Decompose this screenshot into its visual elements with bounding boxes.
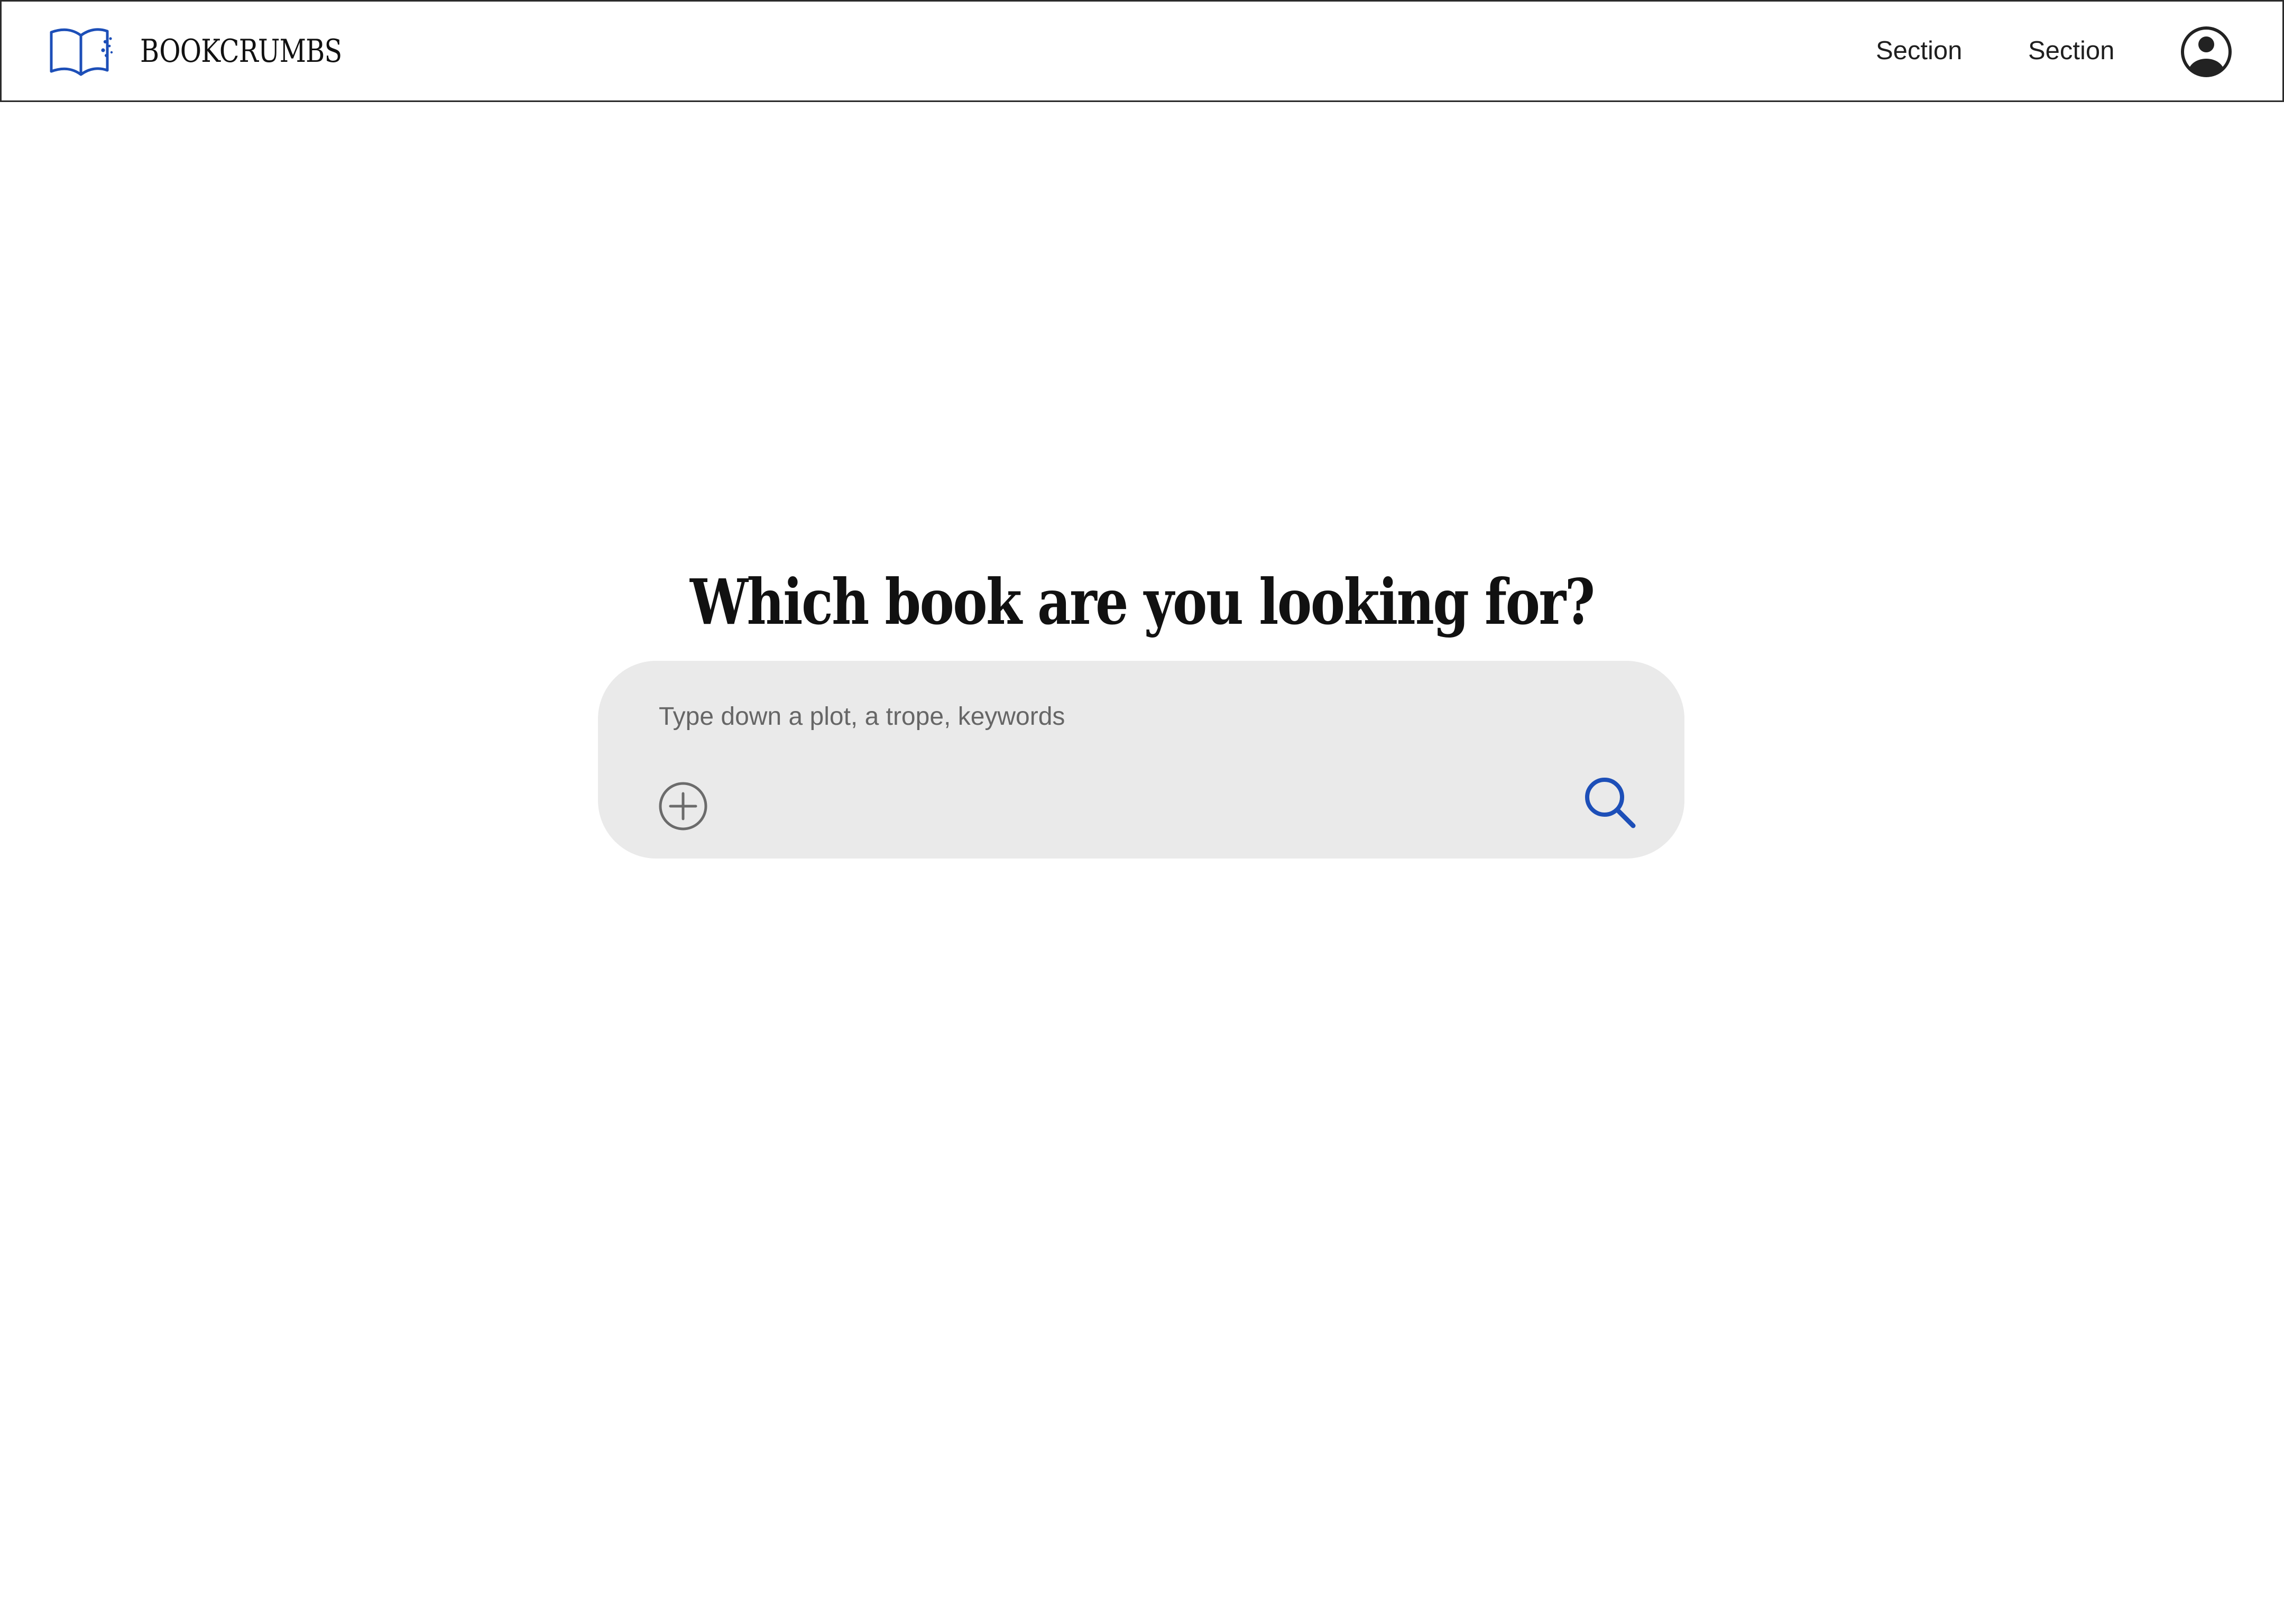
user-avatar-icon [2181,26,2232,77]
search-input[interactable] [659,695,1452,737]
account-button[interactable] [2180,24,2233,80]
nav-section-link-1[interactable]: Section [1876,32,1962,69]
page-headline: Which book are you looking for? [0,562,2284,642]
top-navigation-bar: BOOKCRUMBS Section Section [0,0,2284,102]
page: BOOKCRUMBS Section Section Which book ar… [0,0,2284,1624]
nav-section-link-2[interactable]: Section [2028,32,2114,69]
plus-circle-icon [659,782,707,831]
search-panel [598,661,1684,859]
open-book-icon [50,28,113,76]
search-submit-button[interactable] [1582,775,1637,830]
search-icon [1585,778,1636,828]
brand-logo-link[interactable]: BOOKCRUMBS [48,25,386,78]
brand-name: BOOKCRUMBS [140,33,342,70]
add-attachment-button[interactable] [658,781,708,832]
headline-text: Which book are you looking for? [690,565,1595,639]
